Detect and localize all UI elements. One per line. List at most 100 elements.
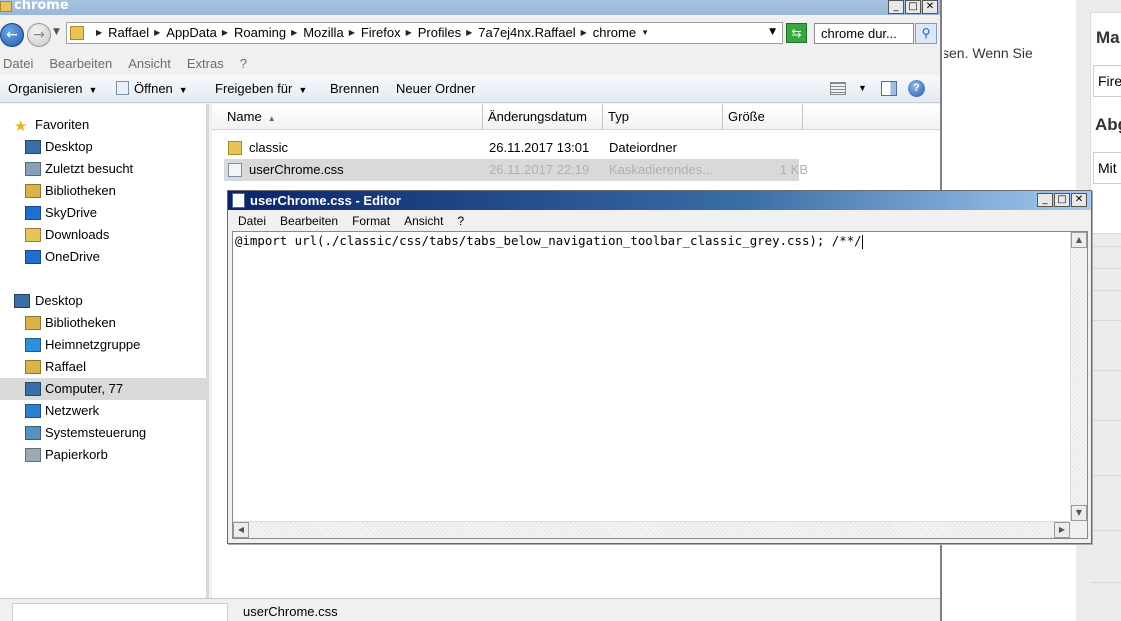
scroll-down-icon[interactable]: ▼ — [1071, 505, 1087, 521]
open-button[interactable]: Öffnen ▼ — [116, 81, 188, 96]
search-input[interactable]: chrome dur... — [814, 23, 914, 44]
maximize-button[interactable]: □ — [905, 0, 921, 14]
column-header-size[interactable]: Größe — [723, 104, 803, 130]
breadcrumb-arrow-icon[interactable]: ▶ — [466, 28, 472, 37]
nav-desktop-header[interactable]: Desktop — [0, 290, 209, 312]
forward-button[interactable]: → — [27, 23, 51, 47]
view-options-icon[interactable] — [830, 82, 846, 95]
nav-item-papierkorb[interactable]: Papierkorb — [0, 444, 209, 466]
view-dropdown-icon[interactable]: ▼ — [858, 83, 867, 93]
scroll-left-icon[interactable]: ◀ — [233, 522, 249, 538]
nav-item-systemsteuerung[interactable]: Systemsteuerung — [0, 422, 209, 444]
webpage-divider — [1090, 370, 1121, 371]
column-header-date[interactable]: Änderungsdatum — [483, 104, 603, 130]
nav-item-netzwerk[interactable]: Netzwerk — [0, 400, 209, 422]
back-button[interactable]: ← — [0, 23, 24, 47]
refresh-button[interactable]: ⇆ — [786, 23, 807, 43]
breadcrumb-arrow-icon[interactable]: ▶ — [291, 28, 297, 37]
breadcrumb-arrow-icon[interactable]: ▶ — [154, 28, 160, 37]
nav-item-skydrive[interactable]: SkyDrive — [0, 202, 209, 224]
address-dropdown-icon[interactable]: ▼ — [769, 27, 776, 37]
breadcrumb-arrow-icon[interactable]: ▶ — [406, 28, 412, 37]
breadcrumb-arrow-icon[interactable]: ▶ — [581, 28, 587, 37]
nav-item-zuletzt-besucht[interactable]: Zuletzt besucht — [0, 158, 209, 180]
search-icon[interactable]: ⚲ — [915, 23, 937, 44]
column-header-name[interactable]: Name ▲ — [222, 104, 483, 130]
organize-label: Organisieren — [8, 81, 83, 96]
webpage-input-1[interactable]: Fire — [1093, 65, 1121, 97]
nav-favorites-header[interactable]: ★ Favoriten — [0, 114, 209, 136]
nav-item-raffael[interactable]: Raffael — [0, 356, 209, 378]
breadcrumb-arrow-icon[interactable]: ▶ — [349, 28, 355, 37]
notepad-titlebar[interactable]: userChrome.css - Editor _ □ ✕ — [228, 191, 1091, 210]
desktop-screen: sen. Wenn Sie Ma Fire Abg Mit chrome _ □… — [0, 0, 1121, 621]
css-file-icon — [228, 163, 242, 177]
close-button[interactable]: ✕ — [1071, 193, 1087, 207]
nav-item-computer-77[interactable]: Computer, 77 — [0, 378, 209, 400]
column-header-type[interactable]: Typ — [603, 104, 723, 130]
notepad-menu-item[interactable]: Ansicht — [404, 214, 443, 228]
minimize-button[interactable]: _ — [888, 0, 904, 14]
new-folder-button[interactable]: Neuer Ordner — [396, 81, 475, 96]
open-label: Öffnen — [134, 81, 173, 96]
share-button[interactable]: Freigeben für ▼ — [215, 81, 307, 96]
history-dropdown-icon[interactable]: ▼ — [53, 27, 60, 37]
breadcrumb-item[interactable]: 7a7ej4nx.Raffael — [478, 25, 575, 40]
breadcrumb-item[interactable]: Profiles — [418, 25, 461, 40]
nav-item-heimnetzgruppe[interactable]: Heimnetzgruppe — [0, 334, 209, 356]
notepad-menu-item[interactable]: Bearbeiten — [280, 214, 338, 228]
menu-item[interactable]: ? — [240, 56, 247, 71]
nav-item-desktop[interactable]: Desktop — [0, 136, 209, 158]
help-icon[interactable]: ? — [908, 80, 925, 97]
file-thumbnail — [12, 603, 228, 621]
menu-item[interactable]: Extras — [187, 56, 224, 71]
preview-pane-icon[interactable] — [881, 81, 897, 96]
scroll-up-icon[interactable]: ▲ — [1071, 232, 1087, 248]
nav-item-label: SkyDrive — [45, 205, 98, 220]
nav-item-downloads[interactable]: Downloads — [0, 224, 209, 246]
notepad-menu-item[interactable]: Datei — [238, 214, 266, 228]
folder-icon — [70, 26, 84, 40]
breadcrumb-item[interactable]: Roaming — [234, 25, 286, 40]
breadcrumb-item[interactable]: Firefox — [361, 25, 401, 40]
notepad-text-content[interactable]: @import url(./classic/css/tabs/tabs_belo… — [235, 233, 863, 249]
chevron-down-icon: ▼ — [298, 85, 308, 95]
scroll-right-icon[interactable]: ▶ — [1054, 522, 1070, 538]
table-row[interactable]: classic 26.11.2017 13:01 Dateiordner — [224, 137, 799, 159]
webpage-heading-1: Ma — [1096, 28, 1120, 47]
recycle-bin-icon — [25, 448, 41, 462]
breadcrumb-arrow-icon[interactable]: ▶ — [96, 28, 102, 37]
table-row[interactable]: userChrome.css 26.11.2017 22:19 Kaskadiere… — [224, 159, 808, 181]
close-button[interactable]: ✕ — [922, 0, 938, 14]
libraries-icon — [25, 316, 41, 330]
address-bar[interactable]: ▶ Raffael ▶ AppData ▶ Roaming ▶ Mozilla ▶ Firefox… — [66, 22, 783, 44]
nav-item-bibliotheken[interactable]: Bibliotheken — [0, 180, 209, 202]
maximize-button[interactable]: □ — [1054, 193, 1070, 207]
breadcrumb-arrow-icon[interactable]: ▶ — [222, 28, 228, 37]
notepad-menu-item[interactable]: Format — [352, 214, 390, 228]
menu-item[interactable]: Bearbeiten — [49, 56, 112, 71]
breadcrumb-item[interactable]: chrome — [593, 25, 636, 40]
nav-item-onedrive[interactable]: OneDrive — [0, 246, 209, 268]
menu-item[interactable]: Datei — [3, 56, 33, 71]
nav-item-label: OneDrive — [45, 249, 100, 264]
breadcrumb-item[interactable]: Mozilla — [303, 25, 343, 40]
breadcrumb-item[interactable]: AppData — [166, 25, 217, 40]
explorer-titlebar[interactable]: chrome _ □ ✕ — [0, 0, 940, 15]
minimize-button[interactable]: _ — [1037, 193, 1053, 207]
resize-grip[interactable] — [1070, 521, 1087, 538]
breadcrumb-arrow-icon[interactable]: ▼ — [641, 28, 649, 37]
notepad-editor[interactable]: @import url(./classic/css/tabs/tabs_belo… — [232, 231, 1088, 539]
nav-item-bibliotheken[interactable]: Bibliotheken — [0, 312, 209, 334]
nav-item-label: Heimnetzgruppe — [45, 337, 141, 352]
breadcrumb-item[interactable]: Raffael — [108, 25, 149, 40]
navigation-pane: ★ Favoriten Desktop Zuletzt besucht Biblioth… — [0, 104, 209, 598]
organize-button[interactable]: Organisieren ▼ — [8, 81, 97, 96]
column-size-label: Größe — [728, 109, 765, 124]
notepad-menu-item[interactable]: ? — [457, 214, 464, 228]
horizontal-scrollbar[interactable]: ◀ ▶ — [233, 521, 1070, 538]
vertical-scrollbar[interactable]: ▲ ▼ — [1070, 232, 1087, 521]
menu-item[interactable]: Ansicht — [128, 56, 171, 71]
webpage-input-2[interactable]: Mit — [1093, 152, 1121, 184]
burn-button[interactable]: Brennen — [330, 81, 379, 96]
